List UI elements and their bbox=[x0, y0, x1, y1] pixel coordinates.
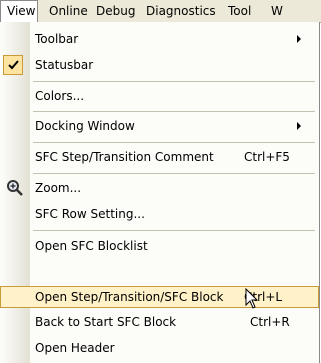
menu-separator bbox=[33, 230, 315, 231]
mouse-cursor-icon bbox=[245, 288, 259, 309]
menu-item-toolbar[interactable]: Toolbar bbox=[0, 27, 319, 51]
menu-item-label: Zoom... bbox=[35, 181, 82, 195]
menu-item-label: Toolbar bbox=[35, 32, 79, 46]
menu-item-label: Statusbar bbox=[35, 58, 94, 72]
menu-view[interactable]: View bbox=[0, 0, 38, 23]
menu-item-statusbar[interactable]: Statusbar bbox=[0, 53, 319, 77]
menu-item-label: Open Step/Transition/SFC Block bbox=[35, 290, 224, 304]
menu-item-label: Colors... bbox=[35, 89, 85, 103]
menu-item-shortcut: Ctrl+R bbox=[250, 315, 290, 329]
menu-item-label: SFC Row Setting... bbox=[35, 207, 145, 221]
menu-item-label: SFC Step/Transition Comment bbox=[35, 150, 214, 164]
menu-item-back-to-start[interactable]: Back to Start SFC Block Ctrl+R bbox=[0, 310, 319, 334]
view-menu-dropdown: Toolbar Statusbar Colors... Docking Wind… bbox=[0, 22, 320, 363]
menu-tool[interactable]: Tool bbox=[222, 0, 257, 22]
checkmark-icon bbox=[3, 55, 23, 75]
menu-item-label: Open SFC Blocklist bbox=[35, 239, 148, 253]
menu-bar: View Online Debug Diagnostics Tool W bbox=[0, 0, 321, 23]
zoom-icon bbox=[7, 180, 23, 196]
menu-separator bbox=[33, 111, 315, 112]
menu-item-label: Open Header bbox=[35, 341, 115, 355]
menu-item-open-header[interactable]: Open Header bbox=[0, 336, 319, 360]
submenu-arrow-icon bbox=[297, 122, 301, 130]
menu-item-docking-window[interactable]: Docking Window bbox=[0, 114, 319, 138]
menu-separator bbox=[33, 142, 315, 143]
menu-item-sfc-row-setting[interactable]: SFC Row Setting... bbox=[0, 202, 319, 226]
menu-item-open-step-transition-block[interactable]: Open Step/Transition/SFC Block Ctrl+L bbox=[0, 286, 319, 309]
menu-separator bbox=[33, 173, 315, 174]
menu-window[interactable]: W bbox=[265, 0, 289, 22]
menu-item-colors[interactable]: Colors... bbox=[0, 84, 319, 108]
menu-item-shortcut: Ctrl+F5 bbox=[244, 150, 290, 164]
menu-online[interactable]: Online bbox=[43, 0, 94, 22]
menu-item-label: Docking Window bbox=[35, 119, 135, 133]
menu-item-sfc-comment[interactable]: SFC Step/Transition Comment Ctrl+F5 bbox=[0, 145, 319, 169]
menu-separator bbox=[33, 81, 315, 82]
menu-item-open-sfc-blocklist[interactable]: Open SFC Blocklist bbox=[0, 234, 319, 258]
submenu-arrow-icon bbox=[297, 35, 301, 43]
menu-debug[interactable]: Debug bbox=[90, 0, 141, 22]
menu-item-label: Back to Start SFC Block bbox=[35, 315, 177, 329]
menu-item-zoom[interactable]: Zoom... bbox=[0, 176, 319, 200]
menu-diagnostics[interactable]: Diagnostics bbox=[140, 0, 222, 22]
